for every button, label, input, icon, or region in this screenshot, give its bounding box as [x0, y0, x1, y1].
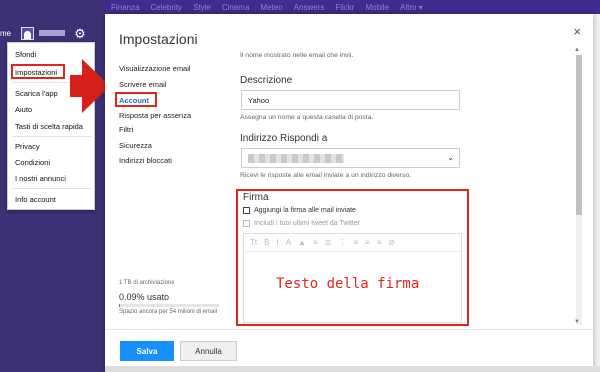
- align-center-icon[interactable]: ≡: [365, 238, 370, 247]
- topnav-item[interactable]: Answers: [294, 3, 325, 12]
- avatar[interactable]: [21, 26, 35, 40]
- signature-editor[interactable]: Tt B I A ▲ ≡ ≣ ⋮ ≡ ≡ ≡ ⊘ Testo della fir…: [243, 233, 462, 323]
- storage-info: 1 TB di archiviazione 0.09% usato Spazio…: [119, 280, 229, 316]
- font-size-icon[interactable]: Tt: [250, 238, 257, 247]
- menu-item-scarica-app[interactable]: Scarica l'app: [15, 89, 58, 98]
- scroll-down-icon[interactable]: ▼: [574, 319, 580, 325]
- divider: [12, 136, 92, 137]
- storage-note: Spazio ancora per 54 milioni di email: [119, 309, 218, 315]
- reply-to-select[interactable]: ⌄: [241, 148, 460, 168]
- nav-item-risposta[interactable]: Risposta per assenza: [119, 111, 191, 120]
- bold-icon[interactable]: B: [264, 238, 269, 247]
- scroll-up-icon[interactable]: ▲: [574, 47, 580, 53]
- indent-icon[interactable]: ⋮: [338, 238, 346, 247]
- storage-total: 1 TB di archiviazione: [119, 280, 175, 286]
- menu-item-privacy[interactable]: Privacy: [15, 142, 40, 151]
- firma-label: Firma: [243, 192, 269, 203]
- user-area: me ⚙: [0, 22, 100, 44]
- nav-item-sicurezza[interactable]: Sicurezza: [119, 141, 152, 150]
- twitter-checkbox[interactable]: Includi i tuoi ultimi tweet da Twitter: [243, 220, 360, 227]
- editor-toolbar: Tt B I A ▲ ≡ ≣ ⋮ ≡ ≡ ≡ ⊘: [244, 234, 461, 252]
- storage-used: 0.09% usato: [119, 292, 170, 302]
- topnav-item[interactable]: Celebrity: [150, 3, 182, 12]
- reply-to-hint: Ricevi le risposte alle email inviate a …: [240, 172, 412, 179]
- nav-item-filtri[interactable]: Filtri: [119, 125, 133, 134]
- checkbox-icon[interactable]: [243, 207, 250, 214]
- signature-checkbox[interactable]: Aggiungi la firma alle mail inviate: [243, 207, 356, 214]
- scrollbar-thumb[interactable]: [576, 55, 582, 215]
- settings-modal: Impostazioni × Visualizzazione email Scr…: [105, 14, 593, 372]
- descrizione-label: Descrizione: [240, 75, 293, 86]
- divider: [12, 188, 92, 189]
- link-icon[interactable]: ⊘: [388, 238, 395, 247]
- gear-icon[interactable]: ⚙: [74, 27, 86, 40]
- signature-checkbox-label: Aggiungi la firma alle mail inviate: [254, 207, 356, 214]
- menu-item-info-account[interactable]: Info account: [15, 195, 56, 204]
- scrollbar[interactable]: [576, 55, 582, 325]
- highlight-box: [11, 64, 65, 79]
- topnav-item[interactable]: Meteo: [260, 3, 282, 12]
- bullet-list-icon[interactable]: ≡: [313, 238, 318, 247]
- background-strip: [105, 366, 600, 372]
- topnav-item[interactable]: Cinema: [222, 3, 250, 12]
- topnav-item[interactable]: Style: [193, 3, 211, 12]
- highlight-box: [115, 92, 157, 107]
- nav-item-indirizzi-bloccati[interactable]: Indirizzi bloccati: [119, 156, 172, 165]
- chevron-down-icon: ⌄: [447, 153, 454, 162]
- username-blurred[interactable]: [39, 30, 66, 36]
- topnav-item[interactable]: Flickr: [335, 3, 354, 12]
- checkbox-icon[interactable]: [243, 220, 250, 227]
- topnav-item[interactable]: Mobile: [365, 3, 389, 12]
- save-button[interactable]: Salva: [120, 341, 174, 361]
- align-left-icon[interactable]: ≡: [353, 238, 358, 247]
- name-hint: Il nome mostrato nelle email che invii.: [240, 52, 354, 59]
- italic-icon[interactable]: I: [276, 238, 278, 247]
- menu-item-sfondi[interactable]: Sfondi: [15, 50, 36, 59]
- nav-item-visualizzazione[interactable]: Visualizzazione email: [119, 64, 191, 73]
- menu-item-tasti[interactable]: Tasti di scelta rapida: [15, 122, 83, 131]
- topnav-more[interactable]: Altro ▾: [400, 3, 423, 12]
- twitter-checkbox-label: Includi i tuoi ultimi tweet da Twitter: [254, 220, 361, 227]
- menu-item-aiuto[interactable]: Aiuto: [15, 105, 32, 114]
- modal-title: Impostazioni: [119, 31, 198, 47]
- home-link[interactable]: me: [0, 29, 11, 38]
- menu-item-annunci[interactable]: I nostri annunci: [15, 174, 66, 183]
- signature-text[interactable]: Testo della firma: [276, 276, 419, 292]
- descrizione-hint: Assegna un nome a questa casella di post…: [240, 114, 374, 121]
- close-icon[interactable]: ×: [573, 24, 581, 39]
- align-right-icon[interactable]: ≡: [377, 238, 382, 247]
- menu-item-condizioni[interactable]: Condizioni: [15, 158, 50, 167]
- numbered-list-icon[interactable]: ≣: [325, 238, 332, 247]
- reply-to-label: Indirizzo Rispondi a: [240, 133, 328, 144]
- storage-bar: [119, 304, 219, 307]
- top-nav: Finanza Celebrity Style Cinema Meteo Ans…: [105, 0, 600, 14]
- descrizione-input[interactable]: Yahoo: [241, 90, 460, 110]
- nav-item-scrivere[interactable]: Scrivere email: [119, 80, 167, 89]
- highlight-icon[interactable]: ▲: [298, 238, 306, 247]
- reply-to-value-blurred: [248, 154, 344, 163]
- cancel-button[interactable]: Annulla: [180, 341, 237, 361]
- topnav-item[interactable]: Finanza: [111, 3, 139, 12]
- text-color-icon[interactable]: A: [286, 238, 291, 247]
